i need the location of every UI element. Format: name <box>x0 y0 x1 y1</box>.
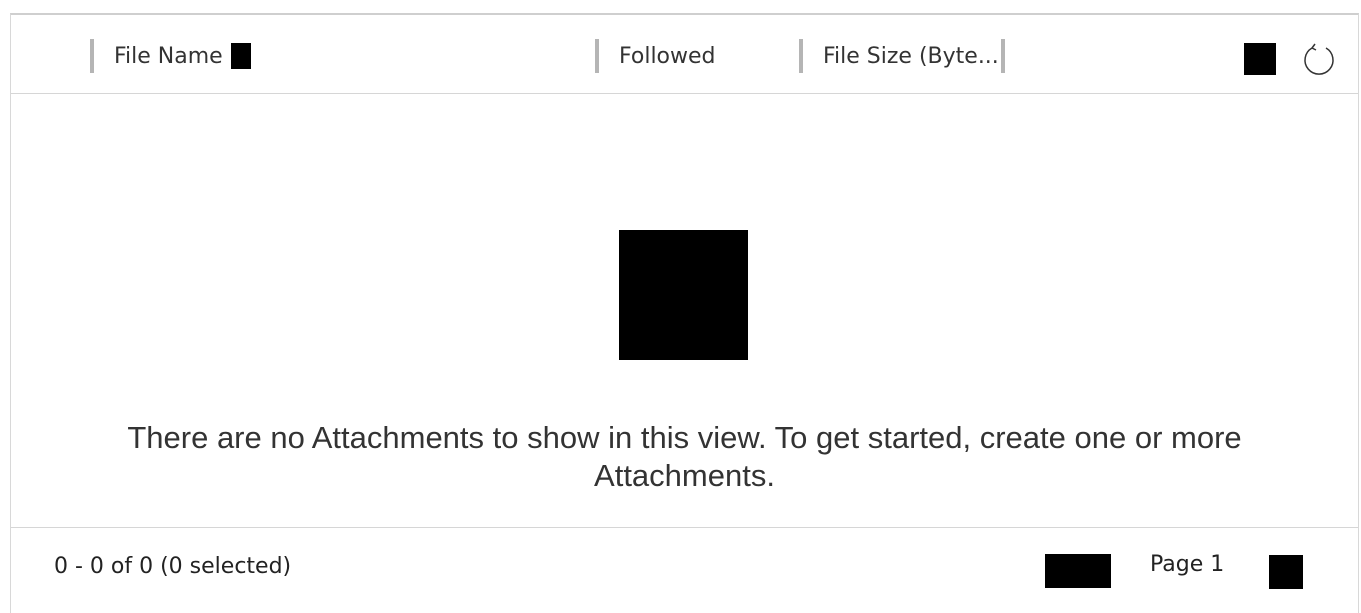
sort-icon[interactable] <box>230 43 251 69</box>
column-divider[interactable] <box>799 39 803 73</box>
column-divider[interactable] <box>90 39 94 73</box>
column-header-file-size[interactable]: File Size (Byte... <box>799 39 1005 73</box>
empty-state: There are no Attachments to show in this… <box>11 94 1358 528</box>
next-page-icon[interactable] <box>1269 555 1303 589</box>
column-label: File Size (Byte... <box>823 43 999 69</box>
previous-page-icon[interactable] <box>1045 554 1111 588</box>
page-label: Page 1 <box>1150 552 1225 577</box>
column-resize-handle[interactable] <box>1000 39 1005 73</box>
record-count: 0 - 0 of 0 (0 selected) <box>54 554 292 579</box>
empty-attachments-icon <box>619 230 748 360</box>
column-label: Followed <box>619 43 716 69</box>
column-label: File Name <box>114 43 223 69</box>
filter-icon[interactable] <box>1244 43 1276 75</box>
empty-state-message: There are no Attachments to show in this… <box>127 420 1242 493</box>
attachments-grid: File Name Followed File Size (Byte... Th… <box>10 13 1359 613</box>
column-divider[interactable] <box>595 39 599 73</box>
grid-header: File Name Followed File Size (Byte... <box>11 15 1358 94</box>
refresh-icon[interactable] <box>1301 41 1337 77</box>
column-header-followed[interactable]: Followed <box>595 39 716 73</box>
grid-footer: 0 - 0 of 0 (0 selected) Page 1 <box>11 528 1358 598</box>
column-header-file-name[interactable]: File Name <box>90 39 251 73</box>
